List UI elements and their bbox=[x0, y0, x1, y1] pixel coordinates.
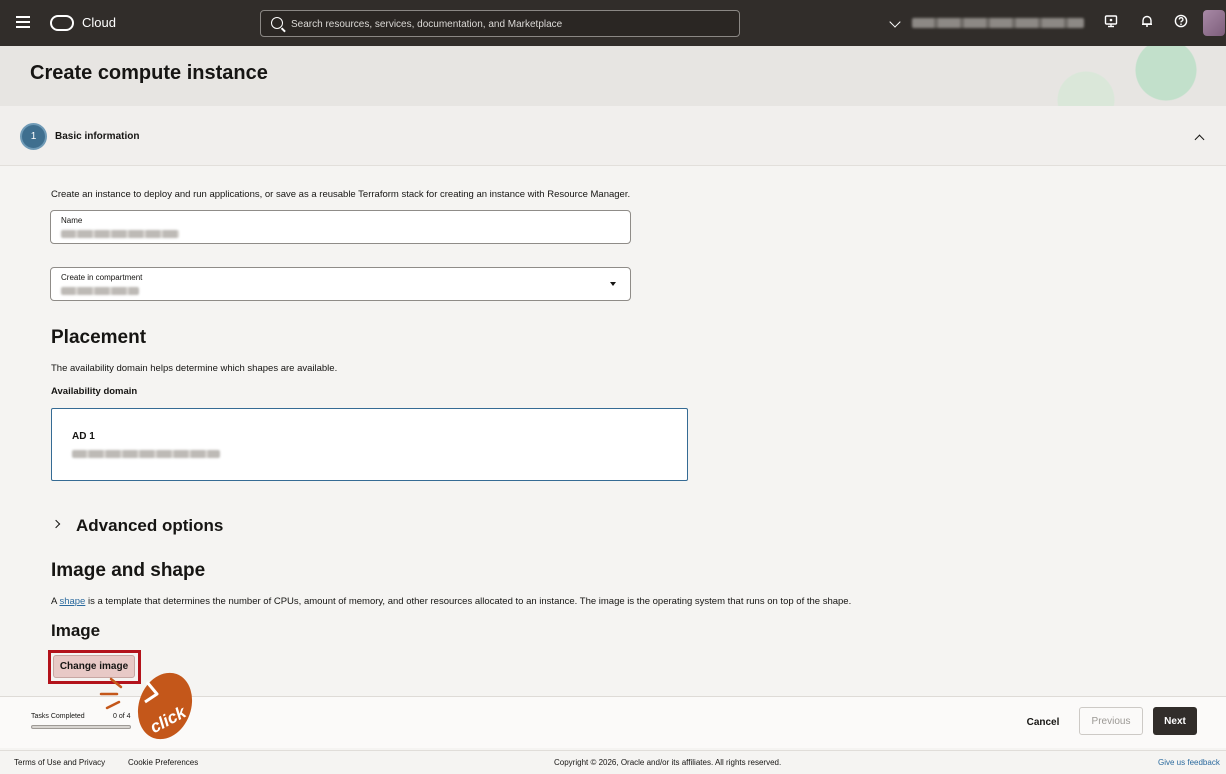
form-content: Create an instance to deploy and run app… bbox=[0, 166, 1226, 696]
desc-suffix: is a template that determines the number… bbox=[85, 596, 852, 607]
chevron-right-icon[interactable] bbox=[51, 519, 61, 529]
cancel-button[interactable]: Cancel bbox=[1018, 709, 1068, 735]
page-header: Create compute instance bbox=[0, 46, 1226, 106]
footer: Terms of Use and Privacy Cookie Preferen… bbox=[0, 750, 1226, 774]
help-icon[interactable] bbox=[1172, 14, 1190, 32]
copyright-text: Copyright © 2026, Oracle and/or its affi… bbox=[554, 758, 782, 767]
image-heading: Image bbox=[51, 621, 101, 640]
ad-option-value bbox=[72, 450, 220, 458]
developer-tools-icon[interactable] bbox=[1102, 14, 1120, 32]
advanced-options-toggle[interactable]: Advanced options bbox=[76, 516, 223, 536]
search-icon bbox=[271, 17, 283, 29]
tasks-progress-bar bbox=[31, 725, 131, 729]
name-field[interactable]: Name bbox=[50, 210, 631, 244]
step-number-badge: 1 bbox=[20, 123, 47, 150]
availability-domain-label: Availability domain bbox=[51, 386, 138, 397]
tasks-completed-count: 0 of 4 bbox=[113, 713, 131, 720]
step-basic-information[interactable]: 1 Basic information bbox=[0, 106, 1226, 166]
chevron-down-icon[interactable] bbox=[889, 16, 901, 28]
menu-icon[interactable] bbox=[16, 16, 30, 30]
header-decoration bbox=[1026, 46, 1226, 106]
brand-label[interactable]: Cloud bbox=[82, 15, 116, 30]
previous-button[interactable]: Previous bbox=[1079, 707, 1143, 735]
shape-link[interactable]: shape bbox=[59, 596, 85, 607]
name-value bbox=[61, 230, 179, 238]
change-image-button[interactable]: Change image bbox=[53, 655, 135, 678]
basic-intro-text: Create an instance to deploy and run app… bbox=[51, 189, 631, 200]
name-label: Name bbox=[61, 216, 83, 225]
tasks-completed-label: Tasks Completed bbox=[31, 713, 85, 720]
next-button[interactable]: Next bbox=[1153, 707, 1197, 735]
avatar[interactable] bbox=[1203, 10, 1225, 36]
chevron-up-icon[interactable] bbox=[1194, 134, 1205, 145]
cookie-preferences-link[interactable]: Cookie Preferences bbox=[128, 758, 198, 767]
step-title: Basic information bbox=[55, 131, 140, 142]
compartment-value bbox=[61, 287, 139, 295]
caret-down-icon bbox=[610, 282, 616, 286]
availability-domain-option[interactable]: AD 1 bbox=[51, 408, 688, 481]
image-shape-description: A shape is a template that determines th… bbox=[51, 596, 851, 607]
placement-description: The availability domain helps determine … bbox=[51, 363, 338, 374]
search-input[interactable] bbox=[291, 14, 731, 34]
cloud-logo[interactable] bbox=[50, 15, 74, 31]
click-annotation-badge: click bbox=[137, 672, 193, 740]
bell-icon[interactable] bbox=[1138, 14, 1156, 32]
ad-option-title: AD 1 bbox=[72, 431, 95, 442]
placement-heading: Placement bbox=[51, 327, 147, 348]
feedback-link[interactable]: Give us feedback bbox=[1158, 758, 1220, 767]
terms-link[interactable]: Terms of Use and Privacy bbox=[14, 758, 105, 767]
click-burst-lines bbox=[99, 677, 123, 710]
tenancy-selector[interactable] bbox=[912, 18, 1084, 28]
search-box[interactable] bbox=[260, 10, 740, 37]
image-shape-heading: Image and shape bbox=[51, 560, 206, 581]
compartment-select[interactable]: Create in compartment bbox=[50, 267, 631, 301]
top-navigation-bar: Cloud bbox=[0, 0, 1226, 46]
compartment-label: Create in compartment bbox=[61, 273, 143, 282]
page-title: Create compute instance bbox=[30, 62, 268, 84]
